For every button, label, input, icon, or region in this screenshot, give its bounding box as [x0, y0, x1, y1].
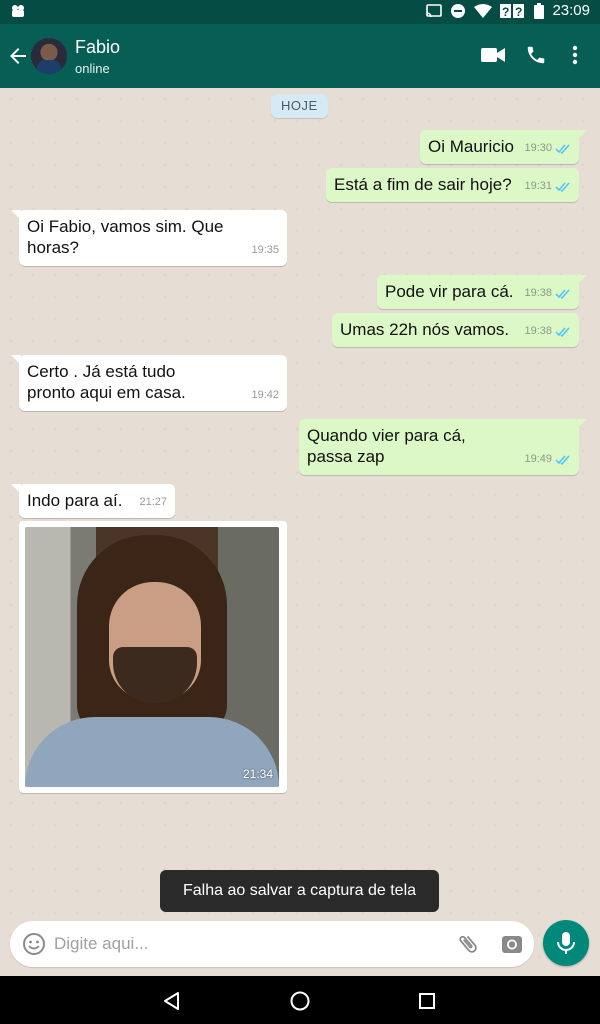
- message-input[interactable]: [54, 921, 444, 967]
- chat-header: Fabio online: [0, 24, 600, 88]
- read-ticks-icon: [555, 455, 570, 465]
- photo[interactable]: 21:34: [25, 527, 279, 787]
- message-time: 21:27: [139, 496, 167, 508]
- message-bubble[interactable]: Indo para aí. 21:27: [11, 484, 175, 518]
- message-text: Indo para aí.: [27, 491, 123, 510]
- emoji-icon[interactable]: [22, 932, 46, 961]
- svg-text:?: ?: [515, 5, 522, 19]
- system-nav-bar: [0, 976, 600, 1024]
- message-time: 19:38: [524, 325, 552, 337]
- message-time: 19:30: [524, 142, 552, 154]
- chat-area[interactable]: HOJE Oi Mauricio 19:30 Está a fim de sai…: [0, 88, 600, 976]
- camera-icon[interactable]: [501, 933, 523, 960]
- clock-time: 23:09: [552, 2, 590, 19]
- message-bubble[interactable]: Umas 22h nós vamos. 19:38: [332, 313, 579, 347]
- dnd-icon: [450, 3, 466, 19]
- nav-recents-icon[interactable]: [418, 992, 436, 1015]
- read-ticks-icon: [555, 182, 570, 192]
- message-text: Umas 22h nós vamos.: [340, 320, 510, 339]
- toast-message: Falha ao salvar a captura de tela: [160, 870, 439, 912]
- message-time: 19:49: [524, 453, 552, 465]
- svg-text:?: ?: [502, 5, 509, 19]
- nav-back-icon[interactable]: [162, 991, 182, 1016]
- more-vert-icon[interactable]: [566, 44, 584, 71]
- message-bubble[interactable]: Está a fim de sair hoje? 19:31: [326, 168, 579, 202]
- message-bubble[interactable]: Pode vir para cá. 19:38: [377, 275, 587, 309]
- message-text: Oi Fabio, vamos sim. Que horas?: [27, 217, 224, 257]
- date-divider: HOJE: [271, 94, 328, 118]
- message-bubble[interactable]: Quando vier para cá, passa zap 19:49: [299, 419, 587, 475]
- read-ticks-icon: [555, 144, 570, 154]
- mic-icon: [557, 932, 575, 954]
- message-text: Pode vir para cá.: [385, 282, 514, 301]
- message-text: Oi Mauricio: [428, 137, 514, 156]
- attach-icon[interactable]: [456, 932, 480, 961]
- battery-icon: [534, 2, 545, 19]
- mic-button[interactable]: [543, 920, 589, 966]
- message-time: 21:34: [242, 767, 273, 781]
- photo-shirt: [25, 717, 279, 787]
- message-bubble[interactable]: Oi Mauricio 19:30: [420, 130, 587, 164]
- message-time: 19:38: [524, 287, 552, 299]
- video-call-icon[interactable]: [481, 45, 505, 70]
- message-composer: [10, 921, 534, 967]
- read-ticks-icon: [555, 289, 570, 299]
- status-bar: ?? 23:09: [0, 0, 600, 24]
- message-time: 19:31: [524, 180, 552, 192]
- wifi-icon: [474, 3, 493, 18]
- avatar[interactable]: [31, 38, 67, 74]
- message-text: Certo . Já está tudo pronto aqui em casa…: [27, 362, 186, 402]
- contact-status: online: [75, 61, 110, 76]
- message-time: 19:42: [251, 389, 279, 401]
- photo-message[interactable]: 21:34: [19, 521, 287, 793]
- nav-home-icon[interactable]: [289, 990, 311, 1017]
- signal-icon: ??: [500, 3, 526, 19]
- cast-icon: [426, 3, 443, 18]
- message-bubble[interactable]: Oi Fabio, vamos sim. Que horas? 19:35: [11, 210, 287, 266]
- message-text: Está a fim de sair hoje?: [334, 175, 512, 194]
- message-time: 19:35: [251, 244, 279, 256]
- back-arrow-icon[interactable]: [6, 44, 30, 68]
- message-text: Quando vier para cá, passa zap: [307, 426, 466, 466]
- read-ticks-icon: [555, 327, 570, 337]
- phone-icon[interactable]: [525, 44, 547, 71]
- message-bubble[interactable]: Certo . Já está tudo pronto aqui em casa…: [11, 355, 287, 411]
- notification-icon: [10, 3, 26, 19]
- contact-name[interactable]: Fabio: [75, 37, 120, 58]
